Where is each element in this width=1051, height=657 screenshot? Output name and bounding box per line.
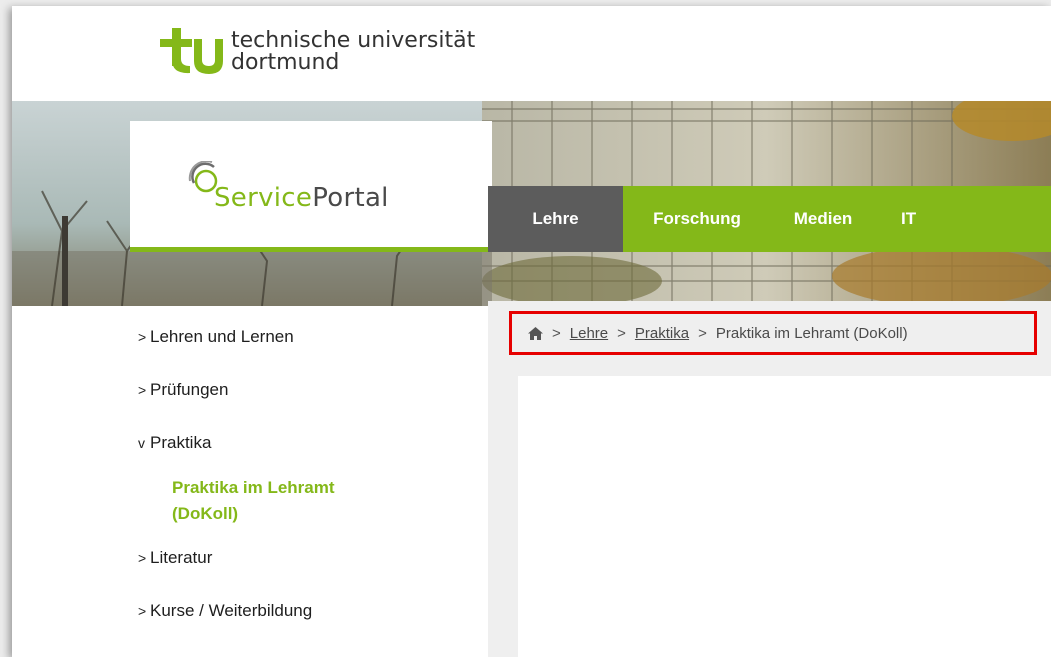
tu-logo-icon[interactable] (158, 26, 224, 76)
tu-wordmark[interactable]: technische universität dortmund (231, 30, 475, 74)
sidebar-subitem-praktika-im-lehramt[interactable]: Praktika im Lehramt (DoKoll) (138, 475, 478, 527)
nav-item-forschung[interactable]: Forschung (623, 186, 771, 252)
sidebar-item-label: Kurse / Weiterbildung (150, 601, 313, 620)
sidebar-subitem-label-line2: (DoKoll) (172, 504, 239, 523)
sidebar-item-praktika[interactable]: v Praktika (138, 430, 478, 456)
breadcrumb-separator: > (552, 324, 561, 342)
breadcrumb-link-praktika[interactable]: Praktika (635, 325, 689, 342)
tu-wordmark-line2: dortmund (231, 50, 340, 75)
sidebar-item-lehren-und-lernen[interactable]: > Lehren und Lernen (138, 324, 478, 350)
chevron-down-icon: v (138, 435, 145, 451)
sidebar-item-literatur[interactable]: > Literatur (138, 545, 478, 571)
service-portal-brand-part1: Service (214, 183, 313, 213)
breadcrumb-link-lehre[interactable]: Lehre (570, 325, 608, 342)
sidebar-item-kurse-weiterbildung[interactable]: > Kurse / Weiterbildung (138, 598, 478, 624)
sidebar-item-label: Praktika (150, 433, 212, 452)
chevron-right-icon: > (138, 329, 147, 345)
sidebar-item-label: Lehren und Lernen (150, 327, 294, 346)
breadcrumb-separator: > (698, 324, 707, 342)
nav-item-lehre[interactable]: Lehre (488, 186, 623, 252)
tu-wordmark-line1: technische universität (231, 28, 476, 53)
breadcrumb: > Lehre > Praktika > Praktika im Lehramt… (509, 311, 1037, 355)
nav-item-medien[interactable]: Medien (771, 186, 875, 252)
sidebar-item-pruefungen[interactable]: > Prüfungen (138, 377, 478, 403)
sidebar-nav: > Lehren und Lernen > Prüfungen v Prakti… (138, 324, 478, 651)
chevron-right-icon: > (138, 550, 147, 566)
nav-item-it[interactable]: IT (875, 186, 1051, 252)
sidebar-item-label: Literatur (150, 548, 213, 567)
service-portal-card[interactable]: ServicePortal (130, 121, 492, 252)
service-portal-brand-part2: Portal (312, 183, 389, 213)
breadcrumb-current: Praktika im Lehramt (DoKoll) (715, 324, 908, 342)
chevron-right-icon: > (138, 603, 147, 619)
content-box (518, 376, 1051, 657)
sidebar-item-label: Prüfungen (150, 380, 229, 399)
service-portal-wordmark: ServicePortal (214, 183, 389, 213)
breadcrumb-separator: > (617, 324, 626, 342)
tu-header: technische universität dortmund (12, 6, 1051, 101)
page: technische universität dortmund ServiceP… (12, 6, 1051, 657)
sidebar-subitem-label-line1: Praktika im Lehramt (172, 478, 335, 497)
main-nav: Lehre Forschung Medien IT (488, 186, 1051, 252)
chevron-right-icon: > (138, 382, 147, 398)
home-icon[interactable] (528, 326, 543, 340)
